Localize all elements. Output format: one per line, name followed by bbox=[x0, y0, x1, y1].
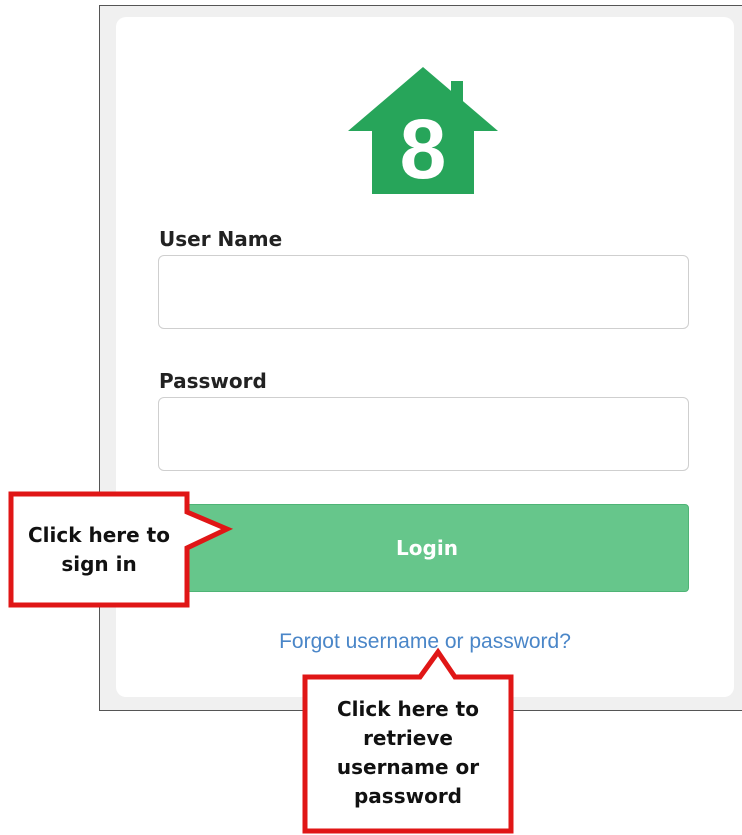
sign-in-callout-text: Click here to sign in bbox=[27, 523, 170, 576]
retrieve-callout-text: Click here to retrieve username or passw… bbox=[336, 697, 480, 808]
